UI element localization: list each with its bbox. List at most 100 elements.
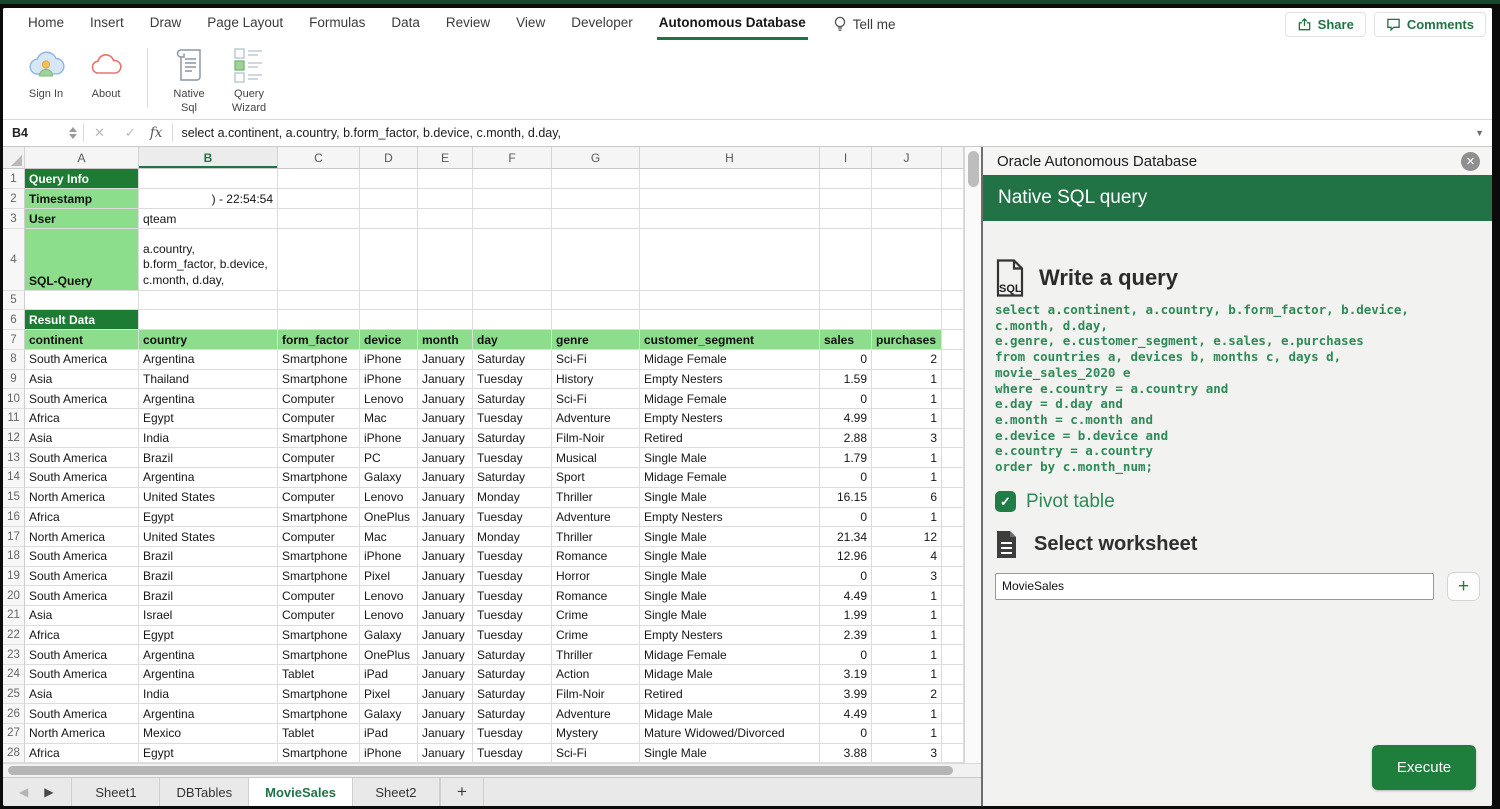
cell-C26[interactable]: Smartphone (278, 704, 360, 724)
column-header-B[interactable]: B (139, 147, 278, 169)
cell-C21[interactable]: Computer (278, 606, 360, 626)
cell-I3[interactable] (820, 209, 872, 229)
cell-C4[interactable] (278, 229, 360, 291)
cell-A21[interactable]: Asia (25, 606, 139, 626)
cell-H19[interactable]: Single Male (640, 567, 820, 587)
row-header-3[interactable]: 3 (3, 209, 25, 229)
cell-F9[interactable]: Tuesday (473, 370, 552, 390)
cell-F1[interactable] (473, 169, 552, 189)
cell-E15[interactable]: January (418, 488, 473, 508)
menu-tab-autonomous-database[interactable]: Autonomous Database (657, 8, 808, 40)
cell-B16[interactable]: Egypt (139, 508, 278, 528)
cell-G10[interactable]: Sci-Fi (552, 389, 640, 409)
cell-E13[interactable]: January (418, 448, 473, 468)
cell-B23[interactable]: Argentina (139, 645, 278, 665)
cell-F7[interactable]: day (473, 330, 552, 350)
cell-I19[interactable]: 0 (820, 567, 872, 587)
cell-D21[interactable]: Lenovo (360, 606, 418, 626)
cell-J23[interactable]: 1 (872, 645, 942, 665)
cell-G28[interactable]: Sci-Fi (552, 744, 640, 763)
checkbox-checked-icon[interactable]: ✓ (995, 491, 1016, 512)
cell-A24[interactable]: South America (25, 665, 139, 685)
cell-E14[interactable]: January (418, 468, 473, 488)
cell-B28[interactable]: Egypt (139, 744, 278, 763)
cell-H26[interactable]: Midage Male (640, 704, 820, 724)
cell-F19[interactable]: Tuesday (473, 567, 552, 587)
sign-in-button[interactable]: Sign In (17, 46, 75, 102)
cell-C8[interactable]: Smartphone (278, 350, 360, 370)
cell-A13[interactable]: South America (25, 448, 139, 468)
row-header-22[interactable]: 22 (3, 626, 25, 646)
cell-A19[interactable]: South America (25, 567, 139, 587)
prev-sheet-icon[interactable]: ◀ (19, 785, 28, 799)
cell-E12[interactable]: January (418, 429, 473, 449)
cell-C20[interactable]: Computer (278, 586, 360, 606)
cell-J26[interactable]: 1 (872, 704, 942, 724)
cell-E1[interactable] (418, 169, 473, 189)
cell-D6[interactable] (360, 310, 418, 330)
cell-F6[interactable] (473, 310, 552, 330)
cell-E4[interactable] (418, 229, 473, 291)
row-header-2[interactable]: 2 (3, 189, 25, 209)
cell-D9[interactable]: iPhone (360, 370, 418, 390)
cell-I2[interactable] (820, 189, 872, 209)
cell-A26[interactable]: South America (25, 704, 139, 724)
cell-I6[interactable] (820, 310, 872, 330)
cell-H3[interactable] (640, 209, 820, 229)
cell-B26[interactable]: Argentina (139, 704, 278, 724)
cell-I11[interactable]: 4.99 (820, 409, 872, 429)
comments-button[interactable]: Comments (1374, 12, 1486, 37)
cell-D14[interactable]: Galaxy (360, 468, 418, 488)
cell-A18[interactable]: South America (25, 547, 139, 567)
cell-C28[interactable]: Smartphone (278, 744, 360, 763)
cell-D16[interactable]: OnePlus (360, 508, 418, 528)
row-header-4[interactable]: 4 (3, 229, 25, 291)
cell-I12[interactable]: 2.88 (820, 429, 872, 449)
cell-H23[interactable]: Midage Female (640, 645, 820, 665)
cell-J22[interactable]: 1 (872, 626, 942, 646)
cell-F24[interactable]: Saturday (473, 665, 552, 685)
cell-E6[interactable] (418, 310, 473, 330)
cell-A28[interactable]: Africa (25, 744, 139, 763)
menu-tab-data[interactable]: Data (389, 8, 422, 40)
cell-J3[interactable] (872, 209, 942, 229)
row-header-13[interactable]: 13 (3, 448, 25, 468)
cell-C6[interactable] (278, 310, 360, 330)
row-header-23[interactable]: 23 (3, 645, 25, 665)
cell-G9[interactable]: History (552, 370, 640, 390)
query-wizard-button[interactable]: Query Wizard (220, 46, 278, 116)
cell-G15[interactable]: Thriller (552, 488, 640, 508)
cell-J2[interactable] (872, 189, 942, 209)
cell-B20[interactable]: Brazil (139, 586, 278, 606)
cell-J1[interactable] (872, 169, 942, 189)
cell-F14[interactable]: Saturday (473, 468, 552, 488)
cell-I9[interactable]: 1.59 (820, 370, 872, 390)
cell-J24[interactable]: 1 (872, 665, 942, 685)
cell-I16[interactable]: 0 (820, 508, 872, 528)
cell-A1[interactable]: Query Info (25, 169, 139, 189)
cell-C15[interactable]: Computer (278, 488, 360, 508)
cell-H11[interactable]: Empty Nesters (640, 409, 820, 429)
cell-I24[interactable]: 3.19 (820, 665, 872, 685)
cell-G12[interactable]: Film-Noir (552, 429, 640, 449)
cell-D23[interactable]: OnePlus (360, 645, 418, 665)
cell-J6[interactable] (872, 310, 942, 330)
cell-J11[interactable]: 1 (872, 409, 942, 429)
cell-G14[interactable]: Sport (552, 468, 640, 488)
cell-D28[interactable]: iPhone (360, 744, 418, 763)
execute-button[interactable]: Execute (1372, 745, 1476, 790)
cell-C22[interactable]: Smartphone (278, 626, 360, 646)
cell-A11[interactable]: Africa (25, 409, 139, 429)
fx-icon[interactable]: fx (146, 125, 173, 141)
cell-E22[interactable]: January (418, 626, 473, 646)
cell-G2[interactable] (552, 189, 640, 209)
cell-F12[interactable]: Saturday (473, 429, 552, 449)
row-header-14[interactable]: 14 (3, 468, 25, 488)
sql-query-text[interactable]: select a.continent, a.country, b.form_fa… (995, 302, 1480, 475)
cell-D18[interactable]: iPhone (360, 547, 418, 567)
cell-C25[interactable]: Smartphone (278, 685, 360, 705)
cell-G4[interactable] (552, 229, 640, 291)
cell-J25[interactable]: 2 (872, 685, 942, 705)
cell-H24[interactable]: Midage Male (640, 665, 820, 685)
cell-H8[interactable]: Midage Female (640, 350, 820, 370)
